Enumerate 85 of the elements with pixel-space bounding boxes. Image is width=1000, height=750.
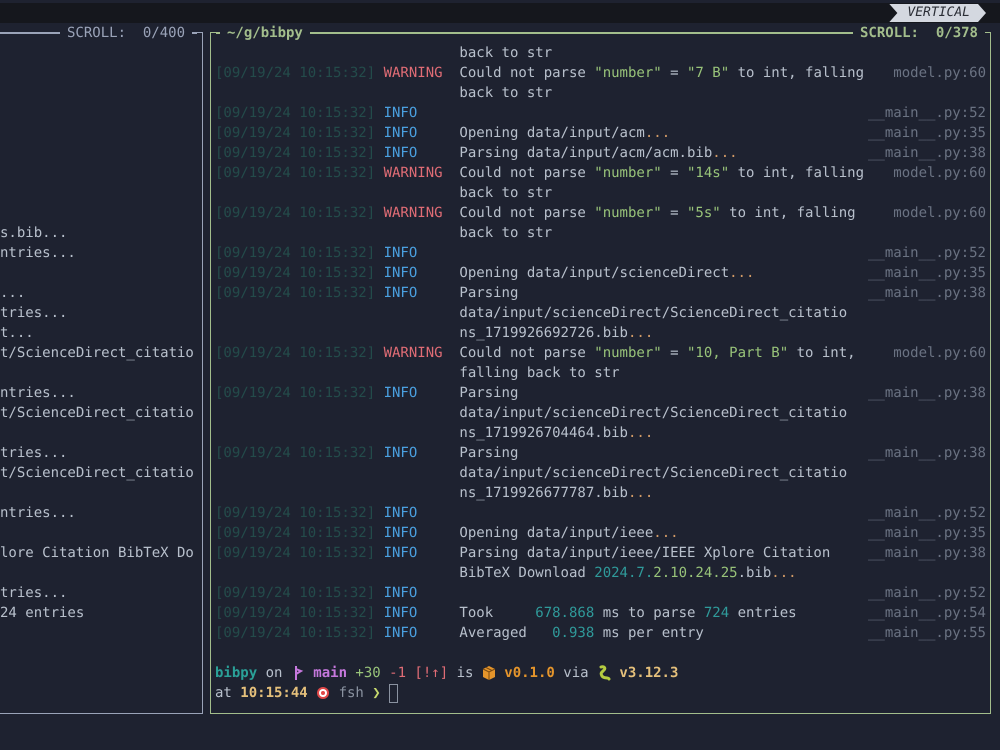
log-source: __main__.py:55 xyxy=(868,624,986,643)
log-source: __main__.py:38 xyxy=(868,384,986,403)
prompt-directory: bibpy xyxy=(215,664,258,683)
log-source: __main__.py:52 xyxy=(868,584,986,603)
target-icon xyxy=(316,685,330,701)
log-source: __main__.py:35 xyxy=(868,124,986,143)
log-source: model.py:60 xyxy=(893,164,986,183)
prompt-text: via xyxy=(563,664,589,683)
log-source: model.py:60 xyxy=(893,344,986,363)
log-level: INFO xyxy=(384,124,418,143)
log-source: __main__.py:35 xyxy=(868,524,986,543)
prompt-chevron: ❯ xyxy=(372,684,381,703)
log-source: model.py:60 xyxy=(893,64,986,83)
log-level: WARNING xyxy=(384,344,444,363)
prompt-text: is xyxy=(456,664,474,683)
log-level: INFO xyxy=(384,384,418,403)
log-message: Parsing data/input/scienceDirect/ScienceDirect_citatio ns_1719926677787.bib... xyxy=(459,444,848,503)
package-icon xyxy=(482,665,496,681)
log-level: INFO xyxy=(384,144,418,163)
scroll-indicator: SCROLL: 0/400 xyxy=(66,24,186,43)
log-message: Opening data/input/scienceDirect... xyxy=(459,264,756,283)
output-line: tries... xyxy=(0,585,68,601)
log-source: __main__.py:38 xyxy=(868,444,986,463)
log-level: WARNING xyxy=(384,204,444,223)
log-level: INFO xyxy=(384,244,418,263)
log-level: INFO xyxy=(384,264,418,283)
layout-badge[interactable]: VERTICAL xyxy=(889,4,986,22)
output-line: tries... xyxy=(0,445,68,461)
prompt-text: on xyxy=(266,664,282,683)
output-line: ... xyxy=(0,285,26,301)
log-message: Could not parse "number" = "10, Part B" to int, falling back to str xyxy=(459,344,857,383)
log-message: Parsing data/input/acm/acm.bib... xyxy=(459,144,739,163)
git-status: [!↑] xyxy=(414,664,448,683)
scroll-indicator: SCROLL: 0/378 xyxy=(858,24,979,43)
package-version: v0.1.0 xyxy=(504,664,555,683)
log-level: INFO xyxy=(384,444,418,463)
log-level: INFO xyxy=(384,284,418,303)
log-message: back to str xyxy=(459,44,554,63)
output-line: t/ScienceDirect_citatio xyxy=(0,345,194,361)
output-line: tries... xyxy=(0,305,68,321)
shell-name: fsh xyxy=(338,684,364,703)
output-line: t/ScienceDirect_citatio xyxy=(0,405,194,421)
log-level: INFO xyxy=(384,624,418,643)
output-line: s.bib... xyxy=(0,225,68,241)
log-message: Parsing data/input/ieee/IEEE Xplore Citation BibTeX Download 2024.7.2.10.24.25.bib... xyxy=(459,544,832,583)
prompt-text: at xyxy=(215,684,232,703)
log-level: INFO xyxy=(384,584,418,603)
log-source: __main__.py:54 xyxy=(868,604,986,623)
log-source: __main__.py:38 xyxy=(868,284,986,303)
output-line: lore Citation BibTeX Do xyxy=(0,545,194,561)
log-source: __main__.py:38 xyxy=(868,544,986,563)
log-level: WARNING xyxy=(384,164,444,183)
log-message: Could not parse "number" = "7 B" to int, falling back to str xyxy=(459,64,866,103)
git-ahead-count: +30 xyxy=(355,664,381,683)
log-message: Parsing data/input/scienceDirect/ScienceDirect_citatio ns_1719926692726.bib... xyxy=(459,284,848,343)
git-branch: main xyxy=(313,664,347,683)
log-level: INFO xyxy=(384,604,418,623)
output-line: t/ScienceDirect_citatio xyxy=(0,465,194,481)
log-message: Parsing data/input/scienceDirect/ScienceDirect_citatio ns_1719926704464.bib... xyxy=(459,384,848,443)
log-message: Averaged 0.938 ms per entry xyxy=(459,624,705,643)
output-line: t... xyxy=(0,325,34,341)
output-line: ntries... xyxy=(0,245,76,261)
log-level: INFO xyxy=(384,524,418,543)
log-level: WARNING xyxy=(384,64,444,83)
log-source: __main__.py:52 xyxy=(868,244,986,263)
log-level: INFO xyxy=(384,504,418,523)
log-level: INFO xyxy=(384,544,418,563)
log-message: Opening data/input/acm... xyxy=(459,124,672,143)
git-behind-count: -1 xyxy=(389,664,406,683)
log-source: __main__.py:52 xyxy=(868,104,986,123)
log-message: Could not parse "number" = "5s" to int, falling back to str xyxy=(459,204,857,243)
pane-title: ~/g/bibpy xyxy=(226,24,304,43)
output-line: ntries... xyxy=(0,385,76,401)
log-message: Took 678.868 ms to parse 724 entries xyxy=(459,604,798,623)
log-level: INFO xyxy=(384,104,418,123)
log-source: __main__.py:38 xyxy=(868,144,986,163)
log-source: model.py:60 xyxy=(893,204,986,223)
output-line: ntries... xyxy=(0,505,76,521)
log-source: __main__.py:35 xyxy=(868,264,986,283)
output-line: 24 entries xyxy=(0,605,84,621)
log-source: __main__.py:52 xyxy=(868,504,986,523)
python-version: v3.12.3 xyxy=(619,664,678,683)
snake-icon xyxy=(596,665,611,681)
log-message: Opening data/input/ieee... xyxy=(459,524,680,543)
prompt-time: 10:15:44 xyxy=(240,684,308,703)
